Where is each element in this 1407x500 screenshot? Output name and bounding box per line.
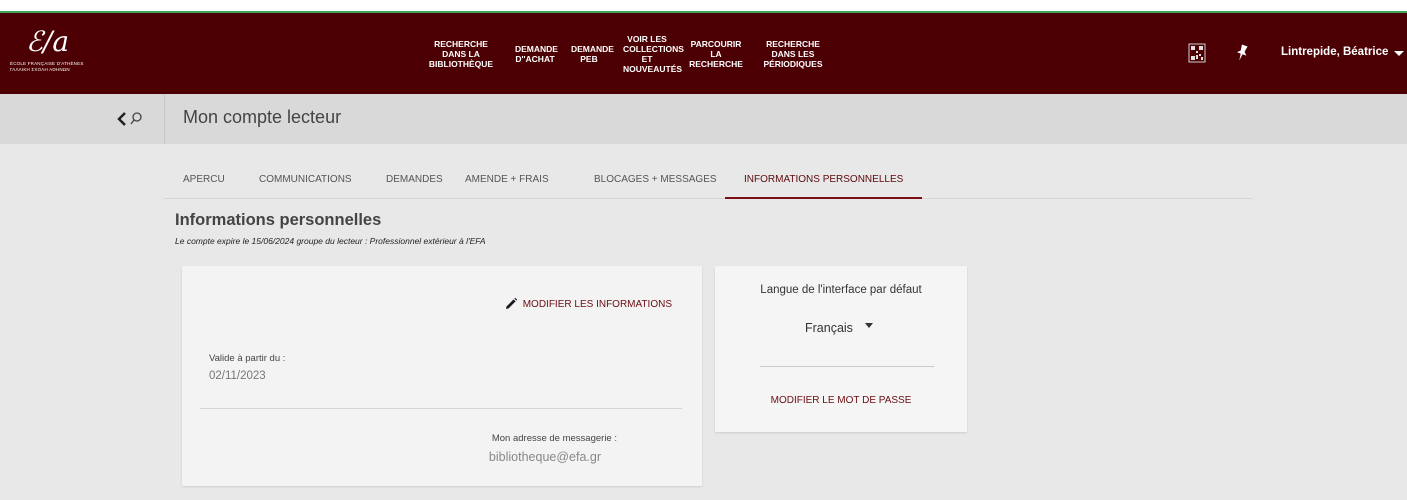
language-divider [760,366,934,367]
account-tabs: APERCU COMMUNICATIONS DEMANDES AMENDE + … [164,162,1252,199]
chevron-down-icon [864,322,873,328]
language-title: Langue de l'interface par défaut [760,284,922,296]
user-menu[interactable]: Lintrepide, Béatrice [1281,46,1405,58]
logo-text-greek: ΓΑΛΛΙΚΗ ΣΧΟΛΗ ΑΘΗΝΩΝ [10,67,70,72]
pin-icon[interactable] [1234,43,1250,63]
edit-info-label: MODIFIER LES INFORMATIONS [522,298,672,310]
qr-code-icon[interactable] [1188,43,1206,63]
account-expiry-note: Le compte expire le 15/06/2024 groupe du… [175,236,486,246]
back-search-icon[interactable] [115,109,155,129]
valid-from-label: Valide à partir du : [209,353,286,364]
titlebar-divider [164,94,165,144]
user-name: Lintrepide, Béatrice [1281,46,1389,58]
change-password-button[interactable]: MODIFIER LE MOT DE PASSE [715,395,967,406]
language-selected: Français [805,321,853,335]
top-navbar: ℰ/a ÉCOLE FRANÇAISE D'ATHÈNES ΓΑΛΛΙΚΗ ΣΧ… [0,13,1407,94]
email-label: Mon adresse de messagerie : [491,433,617,444]
email-value: bibliotheque@efa.gr [488,450,601,464]
main-menu: RECHERCHE DANS LA BIBLIOTHÈQUE DEMANDE D… [415,13,833,94]
nav-item-purchase-request[interactable]: DEMANDE D''ACHAT [507,44,563,64]
language-card: Langue de l'interface par défaut Françai… [715,266,967,432]
tab-blocks-messages[interactable]: BLOCAGES + MESSAGES [594,162,717,199]
section-title: Informations personnelles [175,211,382,229]
tab-personal-info[interactable]: INFORMATIONS PERSONNELLES [725,162,923,199]
tab-requests[interactable]: DEMANDES [386,162,443,199]
logo-mark: ℰ/a [26,25,70,58]
tab-fines-fees[interactable]: AMENDE + FRAIS [465,162,549,199]
nav-item-collections[interactable]: VOIR LES COLLECTIONS ET NOUVEAUTÉS [615,34,684,74]
nav-item-library-search[interactable]: RECHERCHE DANS LA BIBLIOTHÈQUE [415,39,507,69]
nav-item-ill-request[interactable]: DEMANDE PEB [563,44,615,64]
pencil-icon [505,297,517,309]
top-strip [0,0,1407,13]
chevron-down-icon [1394,50,1405,56]
nav-item-browse[interactable]: PARCOURIR LA RECHERCHE [679,39,753,69]
efa-logo[interactable]: ℰ/a ÉCOLE FRANÇAISE D'ATHÈNES ΓΑΛΛΙΚΗ ΣΧ… [10,27,90,87]
card-divider [200,408,682,409]
nav-item-periodicals-search[interactable]: RECHERCHE DANS LES PÉRIODIQUES [753,39,833,69]
personal-info-card: MODIFIER LES INFORMATIONS Valide à parti… [182,266,702,486]
page-titlebar: Mon compte lecteur [0,94,1407,144]
edit-info-button[interactable]: MODIFIER LES INFORMATIONS [504,297,672,311]
tab-loans[interactable]: COMMUNICATIONS [259,162,352,199]
page-title: Mon compte lecteur [183,107,342,127]
valid-from-value: 02/11/2023 [209,370,266,382]
language-select[interactable]: Français [805,321,873,335]
tab-overview[interactable]: APERCU [183,162,225,199]
